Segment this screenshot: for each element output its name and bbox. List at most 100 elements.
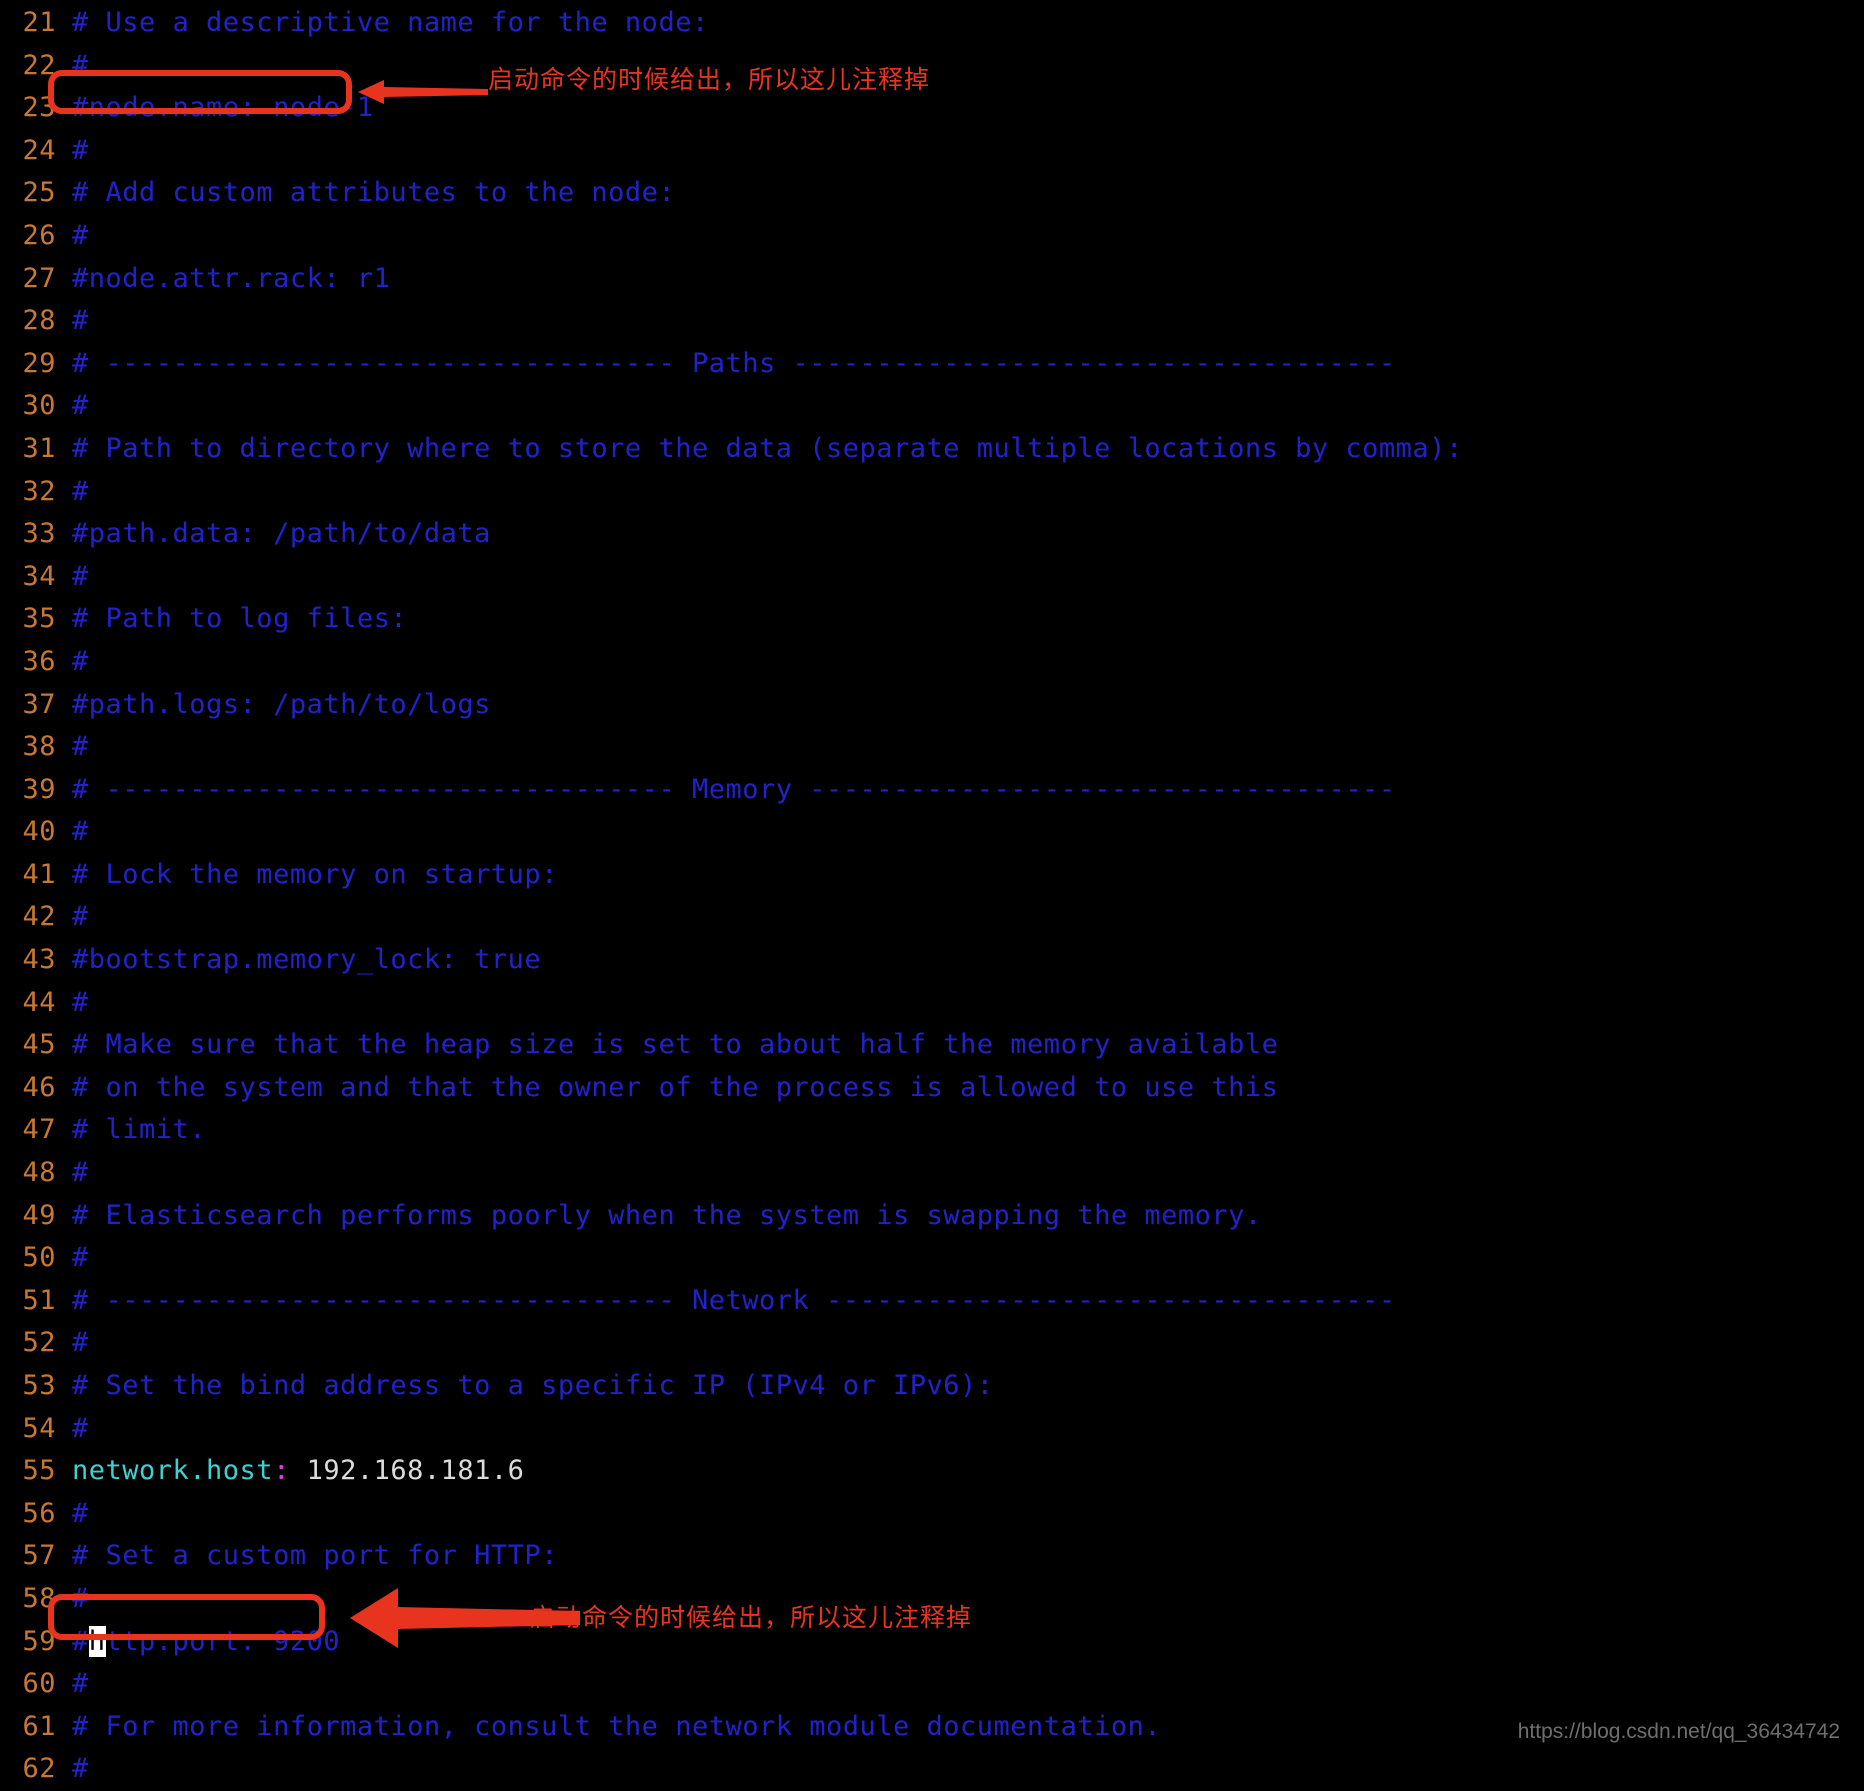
line-number: 24 bbox=[22, 134, 56, 166]
line-number: 27 bbox=[22, 262, 56, 294]
code-lines-container[interactable]: 21 # Use a descriptive name for the node:… bbox=[0, 0, 1463, 1791]
line-number: 46 bbox=[22, 1071, 56, 1103]
line-text: # Lock the memory on startup: bbox=[72, 858, 558, 890]
line-number: 51 bbox=[22, 1284, 56, 1316]
line-number: 34 bbox=[22, 560, 56, 592]
code-line[interactable]: 41 # Lock the memory on startup: bbox=[0, 854, 1463, 897]
code-line[interactable]: 31 # Path to directory where to store the… bbox=[0, 428, 1463, 471]
line-number: 47 bbox=[22, 1114, 56, 1146]
line-text: # Set a custom port for HTTP: bbox=[72, 1540, 558, 1572]
code-line[interactable]: 54 # bbox=[0, 1408, 1463, 1451]
code-editor-viewport[interactable]: 21 # Use a descriptive name for the node:… bbox=[0, 0, 1864, 1784]
code-line[interactable]: 43 #bootstrap.memory_lock: true bbox=[0, 939, 1463, 982]
line-text: # bbox=[72, 1242, 89, 1274]
code-line[interactable]: 33 #path.data: /path/to/data bbox=[0, 513, 1463, 556]
code-line[interactable]: 28 # bbox=[0, 300, 1463, 343]
line-text: # limit. bbox=[72, 1114, 207, 1146]
code-line[interactable]: 32 # bbox=[0, 471, 1463, 514]
code-line[interactable]: 61 # For more information, consult the ne… bbox=[0, 1706, 1463, 1749]
code-line[interactable]: 30 # bbox=[0, 385, 1463, 428]
line-text: # bbox=[72, 49, 89, 81]
line-text: # bbox=[72, 1497, 89, 1529]
line-number: 50 bbox=[22, 1242, 56, 1274]
line-number: 56 bbox=[22, 1497, 56, 1529]
code-line[interactable]: 29 # ---------------------------------- P… bbox=[0, 343, 1463, 386]
code-line[interactable]: 27 #node.attr.rack: r1 bbox=[0, 258, 1463, 301]
code-line[interactable]: 52 # bbox=[0, 1322, 1463, 1365]
code-line[interactable]: 48 # bbox=[0, 1152, 1463, 1195]
line-number: 61 bbox=[22, 1710, 56, 1742]
code-line[interactable]: 40 # bbox=[0, 811, 1463, 854]
line-number: 53 bbox=[22, 1370, 56, 1401]
code-line[interactable]: 46 # on the system and that the owner of … bbox=[0, 1067, 1463, 1110]
code-line[interactable]: 37 #path.logs: /path/to/logs bbox=[0, 684, 1463, 727]
line-number: 58 bbox=[22, 1582, 56, 1614]
line-text: # For more information, consult the netw… bbox=[72, 1710, 1162, 1742]
line-text: # Path to directory where to store the d… bbox=[72, 432, 1463, 464]
line-number: 44 bbox=[22, 986, 56, 1018]
line-text: # bbox=[72, 1327, 89, 1359]
code-line[interactable]: 21 # Use a descriptive name for the node: bbox=[0, 2, 1463, 45]
code-line[interactable]: 57 # Set a custom port for HTTP: bbox=[0, 1535, 1463, 1578]
line-text: #node.name: node-1 bbox=[72, 92, 374, 124]
annotation-label-node-name: 启动命令的时候给出，所以这儿注释掉 bbox=[488, 65, 931, 94]
line-text: # on the system and that the owner of th… bbox=[72, 1071, 1279, 1103]
code-line[interactable]: 44 # bbox=[0, 982, 1463, 1025]
line-text: # bbox=[72, 645, 89, 677]
line-text: # bbox=[72, 560, 89, 592]
config-key: network.host bbox=[72, 1455, 274, 1487]
line-text: # ---------------------------------- Mem… bbox=[72, 773, 1396, 805]
line-text: #path.data: /path/to/data bbox=[72, 518, 491, 550]
code-line[interactable]: 39 # ---------------------------------- M… bbox=[0, 769, 1463, 812]
line-number: 59 bbox=[22, 1625, 56, 1657]
line-number: 22 bbox=[22, 49, 56, 81]
code-line[interactable]: 56 # bbox=[0, 1493, 1463, 1536]
line-number: 29 bbox=[22, 347, 56, 379]
code-line[interactable]: 47 # limit. bbox=[0, 1109, 1463, 1152]
line-number: 57 bbox=[22, 1540, 56, 1572]
line-number: 38 bbox=[22, 731, 56, 763]
line-number: 30 bbox=[22, 390, 56, 422]
line-text: # bbox=[72, 986, 89, 1018]
line-number: 62 bbox=[22, 1753, 56, 1785]
code-line[interactable]: 53 # Set the bind address to a specific I… bbox=[0, 1365, 1463, 1408]
code-line[interactable]: 26 # bbox=[0, 215, 1463, 258]
line-number: 31 bbox=[22, 432, 56, 464]
line-text: # bbox=[72, 901, 89, 933]
code-line[interactable]: 34 # bbox=[0, 556, 1463, 599]
line-number: 39 bbox=[22, 773, 56, 805]
line-number: 35 bbox=[22, 603, 56, 635]
text-cursor[interactable]: h bbox=[88, 1625, 106, 1657]
config-colon: : bbox=[273, 1455, 290, 1487]
line-number: 26 bbox=[22, 219, 56, 251]
code-line[interactable]: 38 # bbox=[0, 726, 1463, 769]
code-line[interactable]: 49 # Elasticsearch performs poorly when t… bbox=[0, 1195, 1463, 1238]
line-number: 54 bbox=[22, 1412, 56, 1444]
line-text: # bbox=[72, 1412, 89, 1444]
line-text: #node.attr.rack: r1 bbox=[72, 262, 391, 294]
code-line[interactable]: 35 # Path to log files: bbox=[0, 598, 1463, 641]
code-line[interactable]: 45 # Make sure that the heap size is set … bbox=[0, 1024, 1463, 1067]
code-line[interactable]: 36 # bbox=[0, 641, 1463, 684]
config-value: 192.168.181.6 bbox=[289, 1455, 525, 1487]
line-text: # Use a descriptive name for the node: bbox=[72, 7, 709, 38]
annotation-label-http-port: 启动命令的时候给出，所以这儿注释掉 bbox=[530, 1603, 973, 1632]
line-text: # bbox=[72, 1582, 89, 1614]
line-number: 55 bbox=[22, 1455, 56, 1487]
code-line[interactable]: 42 # bbox=[0, 896, 1463, 939]
line-text: # Path to log files: bbox=[72, 603, 408, 635]
code-line[interactable]: 55 network.host: 192.168.181.6 bbox=[0, 1450, 1463, 1493]
code-line[interactable]: 51 # ---------------------------------- N… bbox=[0, 1280, 1463, 1323]
line-text: # Add custom attributes to the node: bbox=[72, 177, 676, 209]
code-line[interactable]: 24 # bbox=[0, 130, 1463, 173]
line-text: # bbox=[72, 731, 89, 763]
line-text: # bbox=[72, 305, 89, 337]
code-line[interactable]: 50 # bbox=[0, 1237, 1463, 1280]
code-line[interactable]: 62 # bbox=[0, 1748, 1463, 1791]
line-text: # ---------------------------------- Net… bbox=[72, 1284, 1396, 1316]
code-line[interactable]: 25 # Add custom attributes to the node: bbox=[0, 172, 1463, 215]
code-line[interactable]: 60 # bbox=[0, 1663, 1463, 1706]
line-number: 42 bbox=[22, 901, 56, 933]
line-number: 28 bbox=[22, 305, 56, 337]
line-text: # Make sure that the heap size is set to… bbox=[72, 1029, 1279, 1061]
